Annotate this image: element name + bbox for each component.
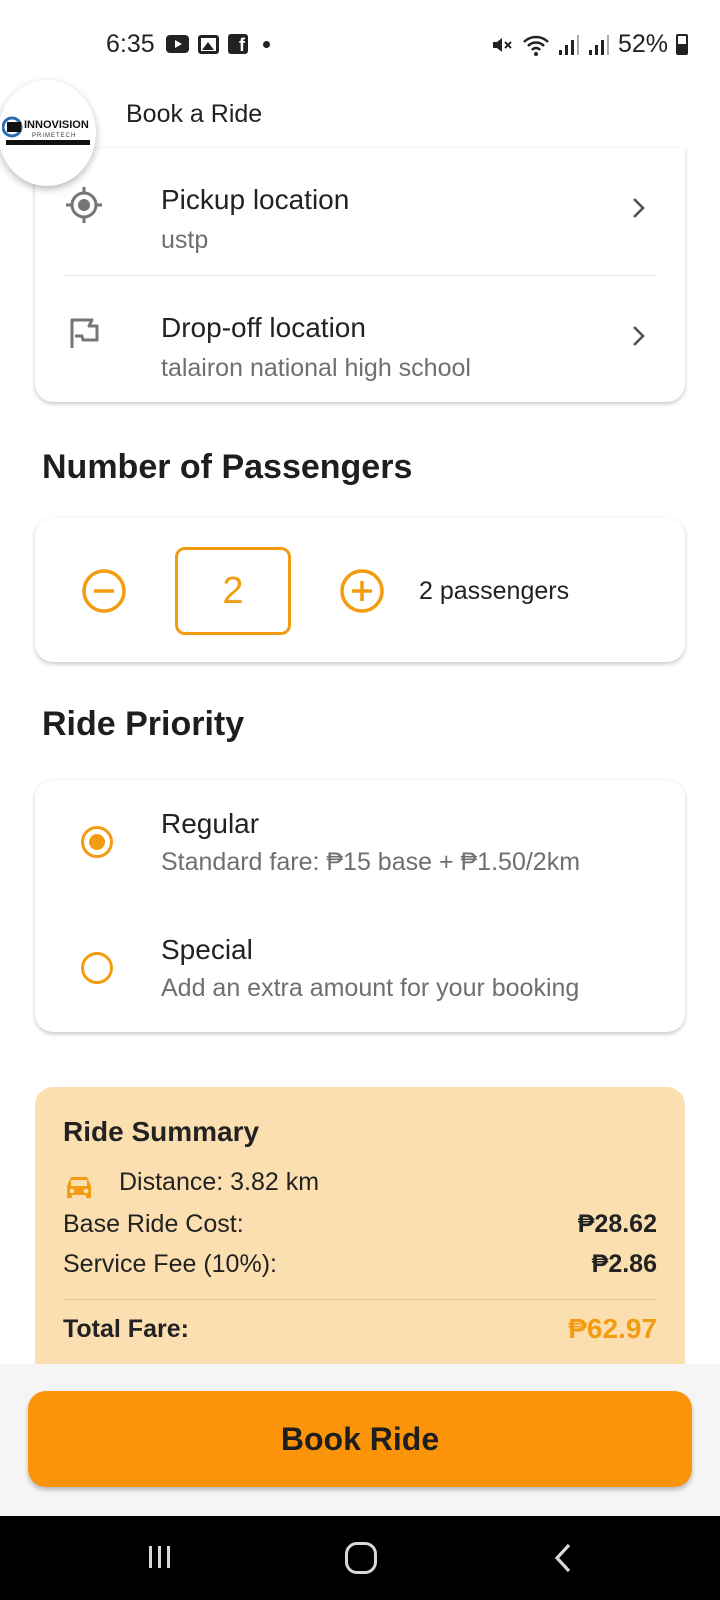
status-bar: 6:35 f 52% [0,0,720,88]
pickup-value: ustp [161,226,209,254]
recent-apps-icon[interactable] [147,1544,173,1570]
passenger-count-label: 2 passengers [419,577,570,605]
total-fare-label: Total Fare: [63,1315,189,1343]
location-card: Pickup location ustp Drop-off location t… [35,148,685,402]
chevron-right-icon [633,198,645,218]
facebook-icon: f [228,34,248,54]
decrease-passengers-button[interactable] [81,568,127,614]
priority-section-title: Ride Priority [42,705,245,743]
summary-distance: Distance: 3.82 km [119,1168,320,1196]
app-logo[interactable]: INNOVISION PRIMETECH [0,80,96,186]
passengers-section-title: Number of Passengers [42,448,413,486]
battery-percentage: 52% [618,30,669,58]
youtube-icon [166,35,189,53]
radio-regular[interactable] [81,826,113,858]
summary-title: Ride Summary [63,1116,260,1147]
dropoff-location-row[interactable]: Drop-off location talairon national high… [35,290,685,410]
wifi-icon [523,35,549,56]
pickup-location-row[interactable]: Pickup location ustp [35,162,685,282]
signal-icon-2 [589,34,609,55]
mute-icon [493,37,512,52]
summary-divider [63,1299,657,1300]
option-title: Regular [161,808,260,839]
base-cost-value: ₱28.62 [577,1210,657,1238]
total-fare-value: ₱62.97 [568,1313,657,1344]
system-navigation-bar [0,1516,720,1600]
passenger-card: 2 2 passengers [35,518,685,662]
priority-card: Regular Standard fare: ₱15 base + ₱1.50/… [35,780,685,1032]
logo-subtext: PRIMETECH [32,133,76,139]
status-time: 6:35 [106,30,155,58]
dropoff-value: talairon national high school [161,354,471,382]
option-description: Standard fare: ₱15 base + ₱1.50/2km [161,848,581,876]
passenger-count[interactable]: 2 [175,547,291,635]
book-ride-button[interactable]: Book Ride [28,1391,692,1487]
battery-icon [676,34,689,55]
back-icon[interactable] [552,1542,574,1574]
service-fee-label: Service Fee (10%): [63,1250,277,1278]
home-icon[interactable] [345,1542,377,1574]
location-divider [63,275,657,276]
car-icon [67,1177,91,1198]
more-notifications-icon [263,40,270,48]
system-icons: 52% [490,30,689,59]
increase-passengers-button[interactable] [339,568,385,614]
dropoff-label: Drop-off location [161,312,366,343]
ride-summary-card: Ride Summary Distance: 3.82 km Base Ride… [35,1087,685,1367]
option-title: Special [161,934,253,965]
base-cost-label: Base Ride Cost: [63,1210,244,1238]
innovision-logo-icon: INNOVISION PRIMETECH [2,116,90,145]
page-title: Book a Ride [126,100,263,128]
signal-icon-1 [559,34,579,55]
target-icon [66,187,102,223]
radio-special[interactable] [81,952,113,984]
option-description: Add an extra amount for your booking [161,974,580,1002]
service-fee-value: ₱2.86 [591,1250,657,1278]
flag-icon [70,318,99,348]
pickup-label: Pickup location [161,184,350,215]
notification-icons: f [166,34,270,54]
chevron-right-icon [633,326,645,346]
logo-text: INNOVISION [24,119,89,131]
gallery-icon [198,34,219,54]
